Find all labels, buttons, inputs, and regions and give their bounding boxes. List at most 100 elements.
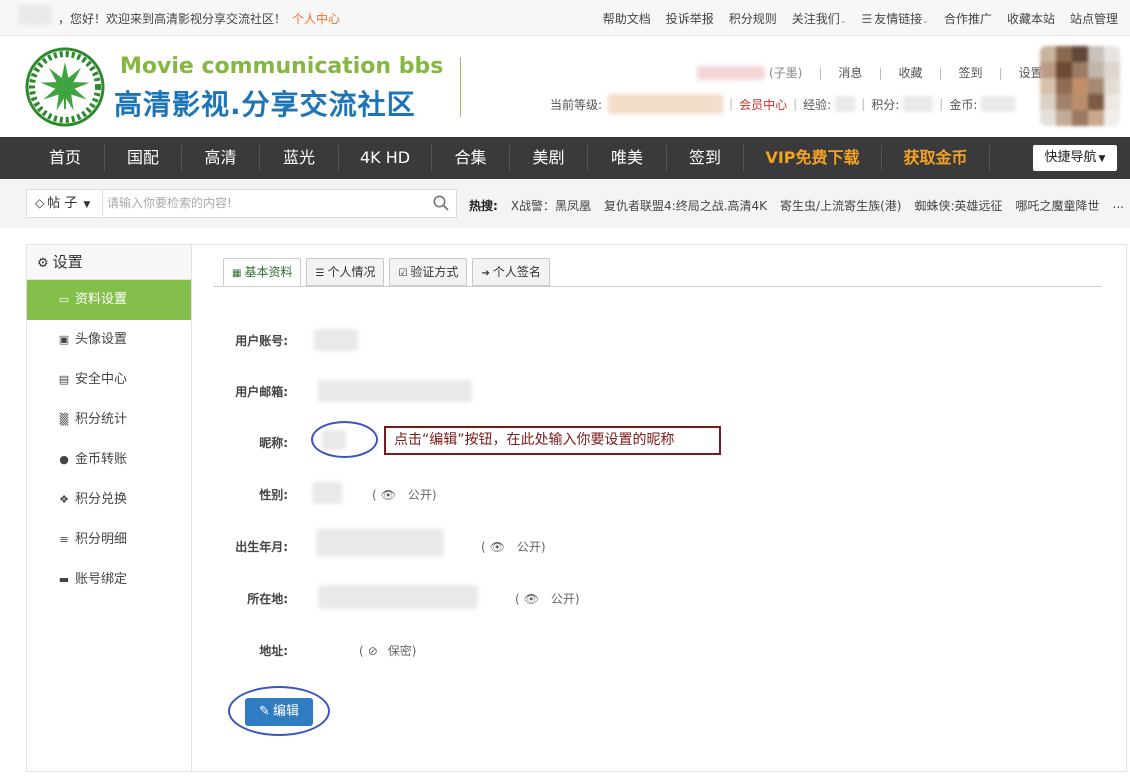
tab-label: 个人情况 — [327, 265, 376, 279]
sidebar-item-account-binding[interactable]: ▬ 账号绑定 — [27, 560, 191, 600]
sidebar-item-points-detail[interactable]: ≡ 积分明细 — [27, 520, 191, 560]
favorites-link[interactable]: 收藏 — [898, 64, 922, 81]
points-rules-link[interactable]: 积分规则 — [729, 10, 777, 27]
search-type-select[interactable]: ◇ 帖 子 ▼ — [27, 190, 103, 217]
hot-search-more[interactable]: ... — [1113, 197, 1124, 214]
open-paren: ( — [481, 540, 486, 554]
points-label: 积分: — [871, 97, 900, 112]
greeting-text: ，您好！欢迎来到高清影视分享交流社区！ — [58, 12, 287, 26]
email-label: 用户邮箱: — [235, 385, 288, 399]
birthday-label: 出生年月: — [235, 540, 288, 554]
visibility-text: 保密) — [387, 644, 417, 658]
visibility-text: 公开) — [516, 540, 546, 554]
messages-link[interactable]: 消息 — [838, 64, 862, 81]
nav-collection[interactable]: 合集 — [432, 137, 509, 179]
separator: | — [818, 65, 823, 80]
nav-aesthetic[interactable]: 唯美 — [588, 137, 666, 179]
eye-icon: 👁 — [380, 488, 396, 502]
avatar[interactable] — [1040, 46, 1120, 126]
user-center-link[interactable]: 个人中心 — [292, 10, 340, 27]
hot-search-item[interactable]: 寄生虫/上流寄生族(港) — [780, 197, 901, 214]
hot-search-item[interactable]: 复仇者联盟4:终局之战.高清4K — [604, 197, 767, 214]
sidebar-item-profile-settings[interactable]: ▭ 资料设置 — [27, 280, 191, 320]
gender-label: 性别: — [259, 488, 288, 502]
bookmark-link[interactable]: 收藏本站 — [1007, 10, 1055, 27]
separator: | — [878, 65, 883, 80]
open-paren: ( — [372, 488, 377, 502]
tab-signature[interactable]: ➔ 个人签名 — [472, 258, 550, 286]
quick-nav-button[interactable]: 快捷导航 ▼ — [1033, 145, 1117, 171]
friend-links-link[interactable]: ☰ 友情链接⌄ — [861, 10, 928, 27]
sidebar-item-points-exchange[interactable]: ❖ 积分兑换 — [27, 480, 191, 520]
hot-search-item[interactable]: 蜘蛛侠:英雄远征 — [914, 197, 1002, 214]
sidebar-item-label: 头像设置 — [75, 332, 128, 347]
hot-search-item[interactable]: 哪吒之魔童降世 — [1016, 197, 1100, 214]
location-row: 所在地: (👁 公开) — [192, 585, 1128, 609]
address-label: 地址: — [259, 644, 288, 658]
tab-basic-info[interactable]: ▦ 基本资料 — [223, 258, 302, 286]
quick-nav-label: 快捷导航 — [1044, 150, 1097, 165]
hot-search-item[interactable]: X战警：黑凤凰 — [511, 197, 591, 214]
logo-icon[interactable] — [25, 47, 105, 127]
nav-4k[interactable]: 4K HD — [339, 137, 431, 179]
report-link[interactable]: 投诉举报 — [666, 10, 714, 27]
caret-down-icon: ▼ — [1098, 154, 1106, 164]
separator: | — [938, 65, 943, 80]
settings-panel: ⚙ 设置 ▭ 资料设置 ▣ 头像设置 ▤ 安全中心 ▒ 积分统计 ● 金币转账 ❖ 积分兑换 … — [26, 244, 1127, 772]
checkin-link[interactable]: 签到 — [959, 64, 983, 81]
id-badge-icon: ▤ — [58, 373, 70, 386]
nav-bluray[interactable]: 蓝光 — [260, 137, 338, 179]
open-paren: ( — [359, 644, 364, 658]
location-visibility[interactable]: (👁 公开) — [515, 590, 580, 607]
user-stats: 当前等级: | 会员中心 | 经验: | 积分: | 金币: — [550, 94, 1016, 114]
vip-center-link[interactable]: 会员中心 — [739, 96, 787, 113]
sidebar-item-coin-transfer[interactable]: ● 金币转账 — [27, 440, 191, 480]
tab-personal-info[interactable]: ☰ 个人情况 — [306, 258, 385, 286]
search-icon[interactable] — [432, 194, 450, 212]
follow-us-link[interactable]: 关注我们⌄ — [792, 10, 847, 27]
check-square-icon: ☑ — [398, 268, 408, 279]
edit-button[interactable]: ✎ 编辑 — [245, 698, 313, 726]
bar-chart-icon: ▒ — [59, 413, 69, 426]
nav-mandarin-dub[interactable]: 国配 — [105, 137, 181, 179]
cooperation-link[interactable]: 合作推广 — [944, 10, 992, 27]
list-icon: ≡ — [59, 533, 69, 546]
main-nav: 首页 国配 高清 蓝光 4K HD 合集 美剧 唯美 签到 VIP免费下载 获取… — [0, 137, 1130, 179]
nav-checkin[interactable]: 签到 — [667, 137, 743, 179]
edit-button-label: 编辑 — [272, 704, 299, 719]
sidebar-item-avatar-settings[interactable]: ▣ 头像设置 — [27, 320, 191, 360]
sidebar-item-security[interactable]: ▤ 安全中心 — [27, 360, 191, 400]
nav-us-drama[interactable]: 美剧 — [510, 137, 587, 179]
visibility-text: 公开) — [550, 592, 580, 606]
sidebar-item-label: 安全中心 — [75, 372, 128, 387]
header-divider — [460, 57, 461, 117]
coins-label: 金币: — [949, 97, 978, 112]
birthday-visibility[interactable]: (👁 公开) — [481, 538, 546, 555]
help-link[interactable]: 帮助文档 — [603, 10, 651, 27]
cube-icon: ❖ — [59, 493, 69, 506]
coin-icon: ● — [59, 453, 69, 466]
address-visibility[interactable]: (⊘ 保密) — [359, 642, 416, 659]
search-input[interactable]: 请输入你要检索的内容! — [107, 190, 427, 217]
gender-visibility[interactable]: (👁 公开) — [372, 486, 437, 503]
nav-get-coins[interactable]: 获取金币 — [882, 137, 989, 179]
nav-home[interactable]: 首页 — [26, 137, 104, 179]
gender-value-redacted — [312, 482, 342, 504]
caret-down-icon: ▼ — [83, 200, 91, 210]
exp-label: 经验: — [803, 97, 832, 112]
top-links: 帮助文档 投诉举报 积分规则 关注我们⌄ ☰ 友情链接⌄ 合作推广 收藏本站 站点… — [603, 10, 1118, 27]
sidebar-item-points-stats[interactable]: ▒ 积分统计 — [27, 400, 191, 440]
visibility-text: 公开) — [407, 488, 437, 502]
username-suffix: (子墨) — [769, 66, 803, 80]
nav-vip-download[interactable]: VIP免费下载 — [744, 137, 881, 179]
account-row: 用户账号: — [192, 329, 1128, 351]
menu-icon: ☰ — [861, 12, 873, 26]
tab-verification[interactable]: ☑ 验证方式 — [389, 258, 468, 286]
username-redacted — [697, 65, 765, 80]
site-admin-link[interactable]: 站点管理 — [1070, 10, 1118, 27]
nav-hd[interactable]: 高清 — [182, 137, 259, 179]
tab-underline — [214, 286, 1102, 287]
sidebar-header: ⚙ 设置 — [27, 245, 191, 280]
separator: | — [793, 97, 798, 111]
points-redacted — [903, 96, 934, 112]
